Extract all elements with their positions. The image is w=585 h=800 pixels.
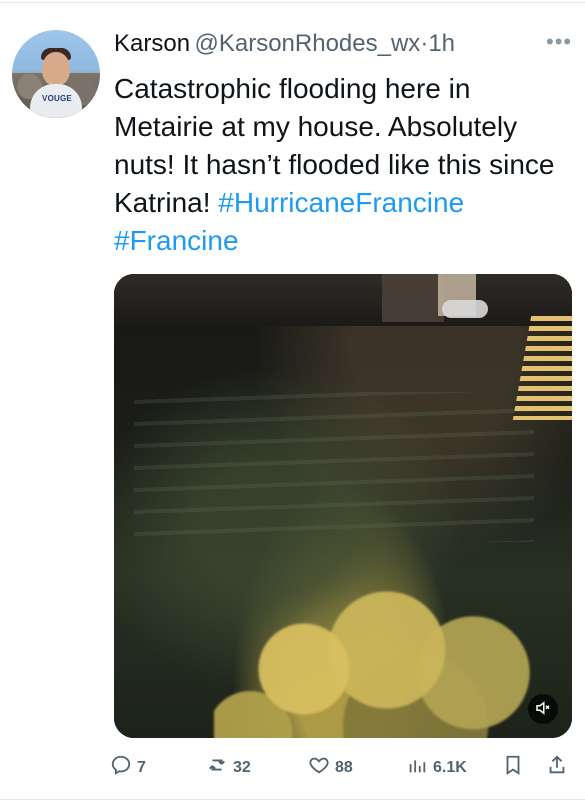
speaker-mute-icon: [534, 699, 552, 720]
views-action[interactable]: 6.1K: [406, 754, 467, 781]
view-count: 6.1K: [433, 758, 467, 776]
bookmark-icon: [502, 754, 524, 781]
video-bush: [214, 574, 572, 738]
video-building-shadow: [114, 274, 572, 326]
repost-count: 32: [233, 758, 251, 776]
mute-button[interactable]: [528, 694, 558, 724]
hashtag-francine[interactable]: #Francine: [114, 225, 239, 256]
video-flood-water: [134, 392, 534, 542]
timestamp[interactable]: 1h: [428, 30, 455, 57]
repost-action[interactable]: 32: [206, 754, 251, 781]
reply-action[interactable]: 7: [110, 754, 146, 781]
like-count: 88: [335, 758, 353, 776]
repost-icon: [206, 754, 228, 781]
more-options-icon[interactable]: •••: [546, 31, 574, 53]
reply-count: 7: [137, 758, 146, 776]
avatar[interactable]: VOUGE: [12, 30, 100, 118]
avatar-face: [42, 52, 70, 86]
avatar-shirt-text: VOUGE: [42, 94, 72, 103]
bookmark-action[interactable]: [502, 754, 524, 781]
tweet-actions: 7 32 88 6.1K: [110, 754, 580, 784]
video-vehicle: [442, 300, 488, 318]
tweet-header: Karson @KarsonRhodes_wx·1h: [114, 30, 455, 62]
top-divider: [0, 2, 585, 3]
share-action[interactable]: [546, 754, 568, 781]
share-icon: [546, 754, 568, 781]
hashtag-hurricane-francine[interactable]: #HurricaneFrancine: [218, 187, 464, 218]
video-player[interactable]: [114, 274, 572, 738]
video-building: [382, 274, 444, 322]
user-handle[interactable]: @KarsonRhodes_wx: [195, 30, 421, 57]
reply-icon: [110, 754, 132, 781]
like-action[interactable]: 88: [308, 754, 353, 781]
heart-icon: [308, 754, 330, 781]
display-name[interactable]: Karson: [114, 30, 190, 57]
views-icon: [406, 754, 428, 781]
tweet-text: Catastrophic flooding here in Metairie a…: [114, 70, 574, 260]
